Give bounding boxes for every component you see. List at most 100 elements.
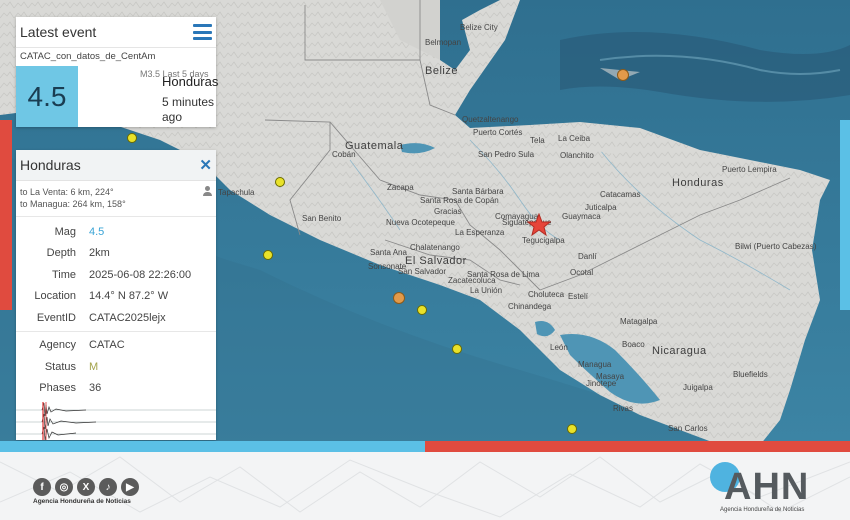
map-city: La Unión bbox=[470, 286, 503, 295]
latest-event-panel: Latest event CATAC_con_datos_de_CentAm 4… bbox=[16, 17, 219, 127]
field-label: Depth bbox=[46, 247, 76, 260]
star-marker[interactable] bbox=[527, 213, 551, 237]
footer: f ◎ X ♪ ▶ Agencia Hondureña de Noticias … bbox=[0, 452, 850, 520]
event-fields: Mag 4.5 Depth 2km Time 2025-06-08 22:26:00 … bbox=[16, 217, 216, 399]
map-city: Juticalpa bbox=[585, 203, 617, 212]
map-city: Olanchito bbox=[560, 151, 594, 160]
latest-event-ago: 5 minutes ago bbox=[162, 95, 215, 124]
event-marker[interactable] bbox=[417, 305, 427, 315]
field-value: 2km bbox=[89, 247, 110, 260]
map-city: San Benito bbox=[302, 214, 342, 223]
event-distances: to La Venta: 6 km, 224° to Managua: 264 … bbox=[16, 181, 216, 210]
map-city: Zacapa bbox=[387, 183, 414, 192]
map-city: Matagalpa bbox=[620, 317, 658, 326]
distance-line: to La Venta: 6 km, 224° bbox=[20, 187, 114, 197]
map-city: La Ceiba bbox=[558, 134, 591, 143]
map-city: Quetzaltenango bbox=[462, 115, 519, 124]
field-row-status: Status M bbox=[16, 356, 216, 378]
logo-text: AHN bbox=[724, 466, 810, 508]
latest-event-magnitude[interactable]: 4.5 bbox=[16, 66, 78, 127]
map-city: Santa Bárbara bbox=[452, 187, 504, 196]
field-label: Time bbox=[51, 268, 76, 281]
map-city: León bbox=[550, 343, 568, 352]
accent-bar-left bbox=[0, 120, 12, 310]
map-label-el-salvador: El Salvador bbox=[405, 255, 467, 267]
user-icon[interactable] bbox=[203, 186, 212, 196]
map-city: Tapachula bbox=[218, 188, 255, 197]
map-city: San Carlos bbox=[668, 424, 708, 433]
map-city: Guaymaca bbox=[562, 212, 601, 221]
facebook-icon[interactable]: f bbox=[33, 478, 51, 496]
field-row-time: Time 2025-06-08 22:26:00 bbox=[16, 264, 216, 286]
field-row-depth: Depth 2km bbox=[16, 243, 216, 265]
event-marker[interactable] bbox=[275, 177, 285, 187]
map-city: La Esperanza bbox=[455, 228, 505, 237]
map-city: Puerto Cortés bbox=[473, 128, 523, 137]
accent-bar-right bbox=[840, 120, 850, 310]
map-city: Nueva Ocotepeque bbox=[386, 218, 455, 227]
event-marker[interactable] bbox=[617, 69, 629, 81]
map-city: Santa Ana bbox=[370, 248, 407, 257]
x-icon[interactable]: X bbox=[77, 478, 95, 496]
field-row-mag: Mag 4.5 bbox=[16, 221, 216, 243]
event-details-header: Honduras ✕ bbox=[16, 150, 216, 181]
latest-event-header: Latest event bbox=[16, 17, 216, 48]
map-city: Jinotepe bbox=[586, 379, 617, 388]
map-city: Catacamas bbox=[600, 190, 641, 199]
field-value: 2025-06-08 22:26:00 bbox=[89, 268, 192, 281]
map-label-honduras: Honduras bbox=[672, 177, 724, 189]
ahn-logo: AHN Agencia Hondureña de Noticias bbox=[708, 460, 828, 518]
map-city: Estelí bbox=[568, 292, 589, 301]
field-label: EventID bbox=[36, 311, 76, 324]
map-city: Sonsonate bbox=[368, 262, 407, 271]
field-row-location: Location 14.4° N 87.2° W bbox=[16, 286, 216, 308]
map-city: Bilwi (Puerto Cabezas) bbox=[735, 242, 817, 251]
map-city: Boaco bbox=[622, 340, 645, 349]
youtube-icon[interactable]: ▶ bbox=[121, 478, 139, 496]
event-marker[interactable] bbox=[567, 424, 577, 434]
latest-event-place: Honduras bbox=[162, 74, 219, 89]
field-label: Agency bbox=[39, 339, 76, 352]
map-city: Santa Rosa de Lima bbox=[467, 270, 540, 279]
map-city: Cobán bbox=[332, 150, 356, 159]
map-city: Ocotal bbox=[570, 268, 594, 277]
accent-stripe-blue bbox=[0, 441, 425, 452]
map-city: Chalatenango bbox=[410, 243, 460, 252]
map-city: Belmopan bbox=[425, 38, 462, 47]
field-value: 36 bbox=[89, 382, 102, 395]
event-marker[interactable] bbox=[263, 250, 273, 260]
distance-line: to Managua: 264 km, 158° bbox=[20, 199, 126, 209]
field-label: Location bbox=[34, 290, 76, 303]
field-value: 14.4° N 87.2° W bbox=[89, 290, 169, 303]
tiktok-icon[interactable]: ♪ bbox=[99, 478, 117, 496]
field-label: Status bbox=[44, 360, 76, 373]
map-city: Danlí bbox=[578, 252, 597, 261]
field-value: CATAC2025lejx bbox=[89, 311, 166, 324]
field-value: 4.5 bbox=[89, 225, 105, 238]
map-city: Choluteca bbox=[528, 290, 565, 299]
close-icon[interactable]: ✕ bbox=[199, 156, 212, 174]
event-marker[interactable] bbox=[452, 344, 462, 354]
seismogram-thumbnail[interactable] bbox=[16, 402, 216, 440]
map-city: Tela bbox=[530, 136, 545, 145]
field-row-phases: Phases 36 bbox=[16, 378, 216, 400]
event-details-panel: Honduras ✕ to La Venta: 6 km, 224° to Ma… bbox=[16, 150, 216, 440]
logo-subtitle: Agencia Hondureña de Noticias bbox=[720, 507, 805, 513]
event-marker[interactable] bbox=[393, 292, 405, 304]
event-details-title: Honduras bbox=[20, 157, 81, 173]
field-label: Phases bbox=[39, 382, 76, 395]
list-icon[interactable] bbox=[193, 24, 212, 40]
latest-event-title: Latest event bbox=[20, 24, 97, 40]
map-city: Santa Rosa de Copán bbox=[420, 196, 499, 205]
latest-event-source: CATAC_con_datos_de_CentAm bbox=[20, 51, 156, 62]
map-label-belize: Belize bbox=[425, 65, 458, 77]
map-city: Gracias bbox=[434, 207, 462, 216]
map-city: Rivas bbox=[613, 404, 634, 413]
event-marker[interactable] bbox=[127, 133, 137, 143]
instagram-icon[interactable]: ◎ bbox=[55, 478, 73, 496]
map-city: Juigalpa bbox=[683, 383, 713, 392]
map-city: Chinandega bbox=[508, 302, 552, 311]
map-label-nicaragua: Nicaragua bbox=[652, 345, 707, 357]
agency-name: Agencia Hondureña de Noticias bbox=[33, 498, 131, 505]
social-links: f ◎ X ♪ ▶ bbox=[33, 478, 139, 496]
